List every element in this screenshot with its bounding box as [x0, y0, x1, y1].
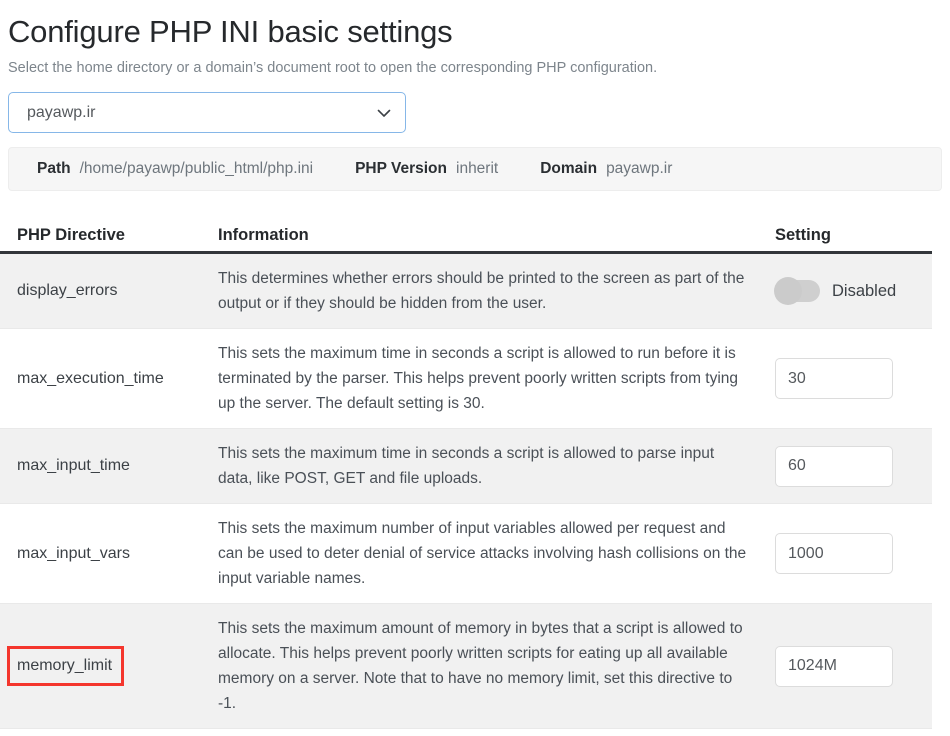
cell-setting [775, 533, 932, 574]
display-errors-toggle[interactable] [774, 277, 820, 305]
info-label-domain: Domain [540, 160, 598, 177]
cell-information: This sets the maximum time in seconds a … [218, 445, 715, 487]
page-title: Configure PHP INI basic settings [8, 14, 453, 49]
cell-information: This sets the maximum number of input va… [218, 520, 747, 587]
toggle-state-label: Disabled [832, 281, 897, 300]
setting-input-max-execution-time[interactable] [775, 358, 893, 399]
table-row: max_input_time This sets the maximum time… [0, 429, 932, 504]
column-header-setting: Setting [775, 226, 831, 244]
info-item-domain: Domain payawp.ir [540, 160, 672, 178]
info-value-php-version: inherit [456, 160, 499, 177]
info-item-path: Path /home/payawp/public_html/php.ini [37, 160, 313, 178]
info-value-domain: payawp.ir [606, 160, 673, 177]
php-ini-settings-page: Configure PHP INI basic settings Select … [0, 0, 950, 736]
cell-directive: max_input_time [0, 457, 218, 475]
cell-setting [775, 358, 932, 399]
php-directives-table: PHP Directive Information Setting displa… [0, 210, 932, 729]
table-row: max_execution_time This sets the maximum … [0, 329, 932, 429]
cell-setting: Disabled [774, 277, 932, 305]
directive-name: max_execution_time [17, 369, 164, 387]
column-header-directive: PHP Directive [17, 226, 125, 244]
cell-setting [775, 445, 932, 487]
info-value-path: /home/payawp/public_html/php.ini [79, 160, 314, 177]
table-row: display_errors This determines whether er… [0, 254, 932, 329]
info-bar: Path /home/payawp/public_html/php.ini PH… [8, 147, 942, 191]
table-body: display_errors This determines whether er… [0, 254, 932, 729]
cell-directive: max_execution_time [0, 370, 218, 388]
cell-information: This determines whether errors should be… [218, 270, 745, 312]
directive-name: max_input_vars [17, 544, 130, 562]
setting-input-memory-limit[interactable] [775, 645, 893, 687]
directive-name: display_errors [17, 282, 118, 299]
cell-directive: display_errors [0, 282, 218, 300]
setting-input-max-input-time[interactable] [775, 445, 893, 487]
cell-directive: memory_limit [0, 646, 218, 686]
toggle-knob [774, 277, 802, 305]
directive-name: max_input_time [17, 457, 130, 474]
column-header-information: Information [218, 226, 309, 244]
table-row: max_input_vars This sets the maximum numb… [0, 504, 932, 604]
info-label-php-version: PHP Version [355, 160, 447, 177]
table-header-row: PHP Directive Information Setting [0, 210, 932, 254]
cell-information: This sets the maximum time in seconds a … [218, 345, 739, 412]
domain-select-wrapper: payawp.ir [8, 92, 406, 133]
page-subtitle: Select the home directory or a domain’s … [8, 60, 658, 76]
cell-directive: max_input_vars [0, 545, 218, 563]
cell-setting [775, 645, 932, 687]
cell-information: This sets the maximum amount of memory i… [218, 620, 743, 712]
info-label-path: Path [37, 160, 71, 177]
domain-select[interactable]: payawp.ir [8, 92, 406, 133]
info-item-php-version: PHP Version inherit [355, 160, 498, 178]
table-row: memory_limit This sets the maximum amount… [0, 604, 932, 729]
setting-input-max-input-vars[interactable] [775, 533, 893, 574]
directive-highlight-box: memory_limit [7, 646, 125, 686]
